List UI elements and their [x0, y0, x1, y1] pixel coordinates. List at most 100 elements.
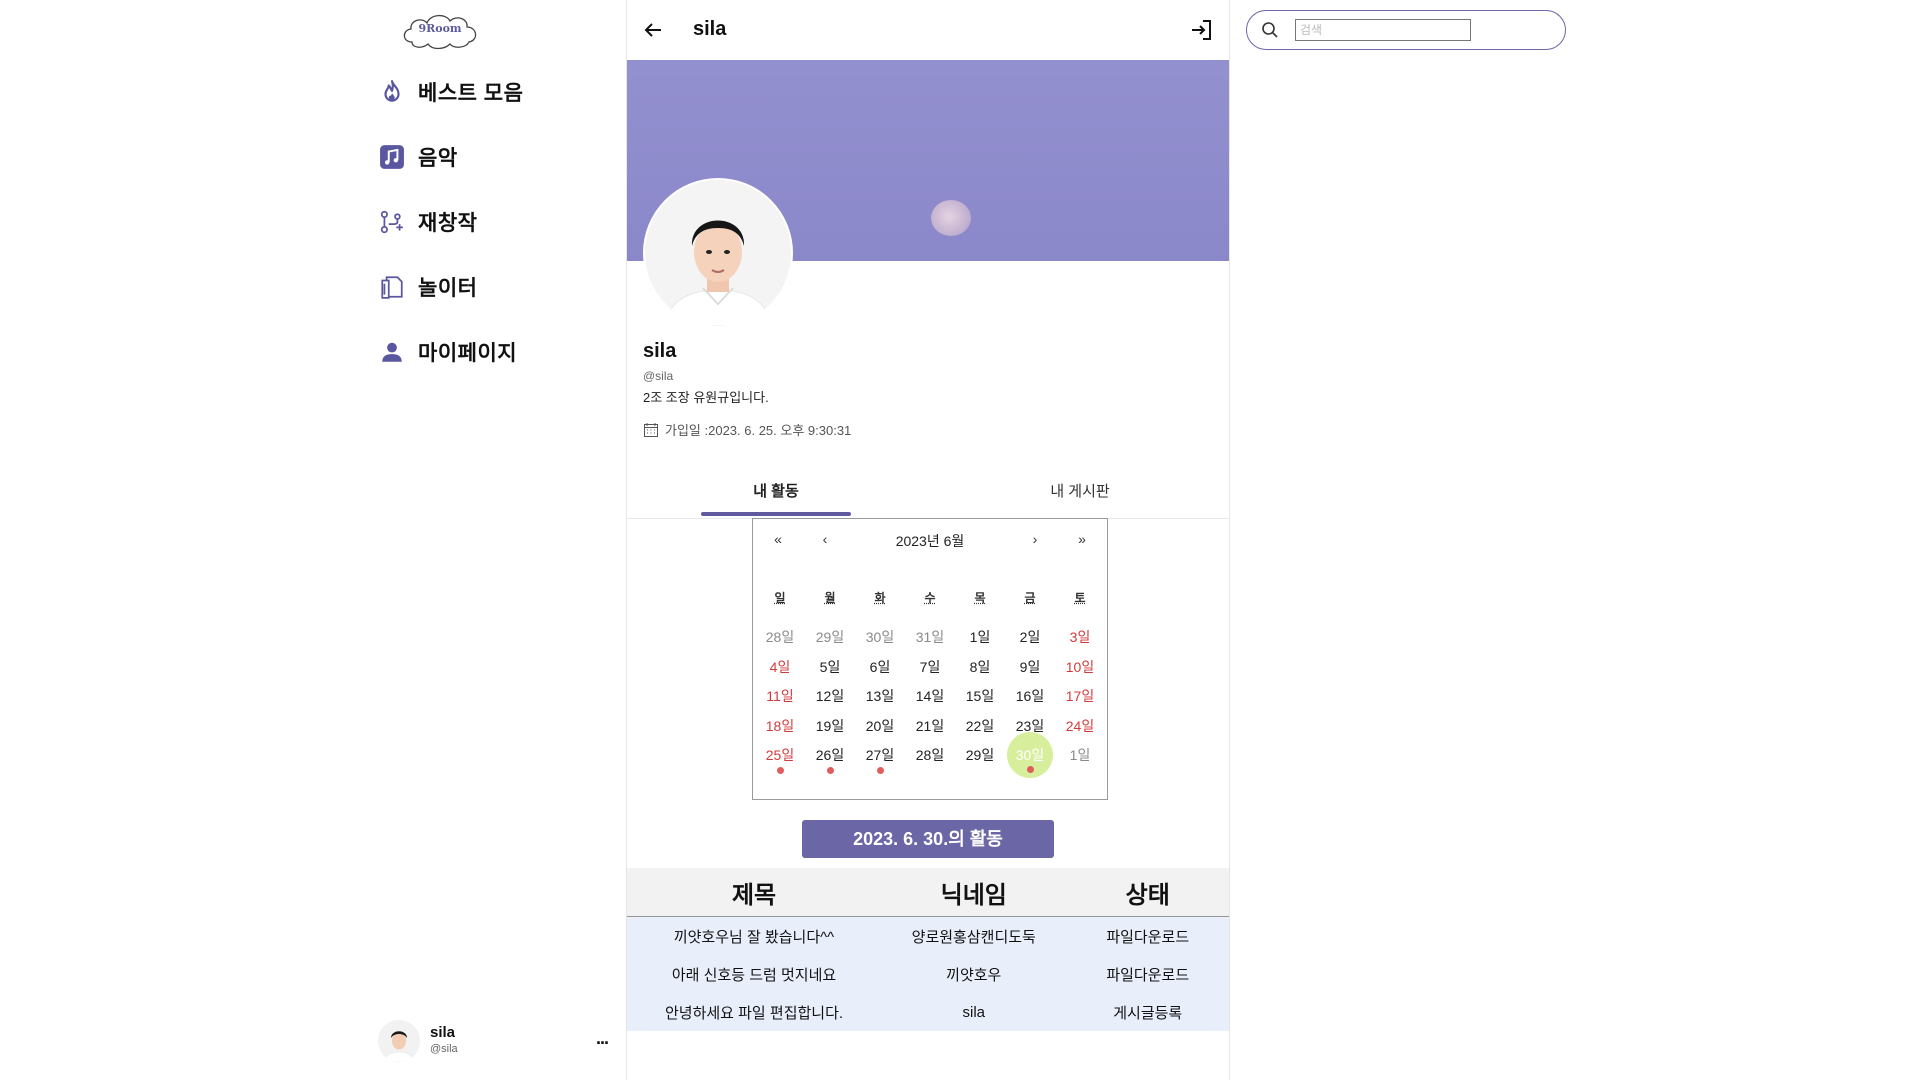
more-options-button[interactable]: ... [596, 1028, 609, 1049]
calendar-day-label: 2일 [1019, 629, 1041, 645]
calendar-day-label: 1일 [969, 629, 991, 645]
weekday-label: 수 [924, 591, 936, 605]
calendar-day[interactable]: 28일 [905, 737, 955, 773]
logo[interactable]: 9Room [398, 8, 482, 52]
sidebar-item-label: 마이페이지 [418, 342, 518, 365]
account-name: sila [430, 1024, 456, 1041]
search-icon [1262, 22, 1278, 38]
account-handle: @sila [430, 1043, 458, 1055]
row-title: 안녕하세요 파일 편집합니다. [627, 993, 882, 1031]
table-row[interactable]: 끼얏호우님 잘 봤습니다^^ 양로원홍삼캔디도둑 파일다운로드 [627, 916, 1229, 955]
sidebar-item-music[interactable]: 음악 [378, 137, 458, 177]
arrow-left-icon [644, 23, 661, 37]
activity-dot-marker [827, 767, 834, 774]
calendar-day-label: 25일 [765, 747, 795, 763]
sidebar-item-label: 놀이터 [418, 277, 478, 300]
table-row[interactable]: 아래 신호등 드럼 멋지네요 끼얏호우 파일다운로드 [627, 955, 1229, 993]
music-note-icon [378, 143, 406, 171]
calendar-day-label: 3일 [1069, 629, 1091, 645]
moon-image [931, 200, 971, 236]
calendar-day-label: 16일 [1015, 688, 1045, 704]
calendar-day[interactable]: 27일 [855, 737, 905, 774]
page-title: sila [693, 18, 727, 40]
calendar-day-label: 27일 [865, 747, 895, 763]
activity-dot-marker [1027, 766, 1034, 773]
top-bar: sila [627, 0, 1229, 60]
activity-table: 제목 닉네임 상태 끼얏호우님 잘 봤습니다^^ 양로원홍삼캔디도둑 파일다운로… [627, 868, 1229, 1031]
activity-dot-marker [777, 767, 784, 774]
calendar-day-selected[interactable]: 30일 [1007, 732, 1053, 778]
activity-dot-marker [877, 767, 884, 774]
calendar-day-label: 14일 [915, 688, 945, 704]
calendar-day-label: 17일 [1065, 688, 1095, 704]
weekday-label: 토 [1074, 591, 1086, 605]
calendar-day-label: 30일 [865, 629, 895, 645]
logout-button[interactable] [1189, 18, 1213, 42]
profile-handle: @sila [643, 369, 674, 383]
calendar-day-label: 8일 [969, 658, 991, 675]
profile-name: sila [643, 340, 677, 362]
calendar-day[interactable]: 26일 [805, 737, 855, 774]
row-nickname: 양로원홍삼캔디도둑 [881, 916, 1067, 955]
tab-my-activity[interactable]: 내 활동 [701, 480, 851, 501]
calendar-day[interactable]: 1일 [1055, 737, 1105, 773]
prev-month-button[interactable]: ‹ [810, 531, 840, 547]
sidebar-item-label: 베스트 모음 [418, 82, 524, 105]
calendar-day-label: 5일 [819, 658, 841, 675]
activity-date-button[interactable]: 2023. 6. 30.의 활동 [802, 820, 1054, 858]
calendar-day-label: 26일 [815, 747, 845, 763]
prev-year-button[interactable]: « [763, 531, 793, 547]
calendar-day[interactable]: 25일 [755, 737, 805, 774]
calendar-day-label: 10일 [1065, 658, 1095, 675]
active-tab-indicator [701, 512, 851, 516]
row-status: 파일다운로드 [1066, 955, 1229, 993]
calendar-day-label: 15일 [965, 688, 995, 704]
weekday-label: 화 [874, 591, 886, 605]
sidebar-item-recreate[interactable]: 재창작 [378, 202, 477, 242]
calendar-day-label: 28일 [915, 747, 945, 763]
back-button[interactable] [641, 18, 665, 42]
calendar-day-label: 11일 [766, 688, 794, 704]
calendar-day[interactable]: 29일 [955, 737, 1005, 773]
join-date-text: 가입일 :2023. 6. 25. 오후 9:30:31 [665, 423, 852, 438]
sidebar-item-mypage[interactable]: 마이페이지 [378, 332, 517, 372]
column-header-status: 상태 [1066, 868, 1229, 917]
account-switcher[interactable]: sila @sila ... [378, 1018, 609, 1064]
search-input[interactable] [1295, 19, 1471, 41]
calendar-day-label: 12일 [815, 688, 845, 704]
row-status: 파일다운로드 [1066, 916, 1229, 955]
row-nickname: 끼얏호우 [881, 955, 1067, 993]
calendar-day-label: 21일 [915, 717, 945, 734]
sidebar-item-best[interactable]: 베스트 모음 [378, 72, 523, 112]
sidebar-item-playground[interactable]: 놀이터 [378, 267, 477, 307]
calendar-day-label: 13일 [865, 688, 895, 704]
calendar-day-label: 24일 [1065, 717, 1095, 734]
search-bar [1246, 10, 1566, 50]
calendar-day-label: 30일 [1015, 747, 1045, 763]
tab-my-board[interactable]: 내 게시판 [1005, 480, 1155, 501]
calendar-weekdays: 일월화수목금토 [753, 589, 1107, 607]
user-icon [378, 338, 406, 366]
sidebar-item-label: 재창작 [418, 212, 478, 235]
logo-text: 9Room [418, 22, 462, 35]
calendar-day-label: 29일 [815, 629, 845, 645]
sidebar: 9Room 베스트 모음 음악 재창작 놀이터 마이페이지 sila @sila… [370, 0, 620, 1080]
avatar [378, 1020, 420, 1062]
column-header-nickname: 닉네임 [881, 868, 1067, 917]
calendar-navigation: « ‹ 2023년 6월 › » [753, 531, 1107, 551]
profile-tabs: 내 활동 내 게시판 [627, 470, 1229, 519]
calendar-day-label: 31일 [915, 629, 945, 645]
next-month-button[interactable]: › [1020, 531, 1050, 547]
table-row[interactable]: 안녕하세요 파일 편집합니다. sila 게시글등록 [627, 993, 1229, 1031]
calendar-day-label: 22일 [965, 717, 995, 734]
next-year-button[interactable]: » [1067, 531, 1097, 547]
calendar-day-label: 28일 [765, 629, 795, 645]
flame-icon [378, 78, 406, 106]
sidebar-item-label: 음악 [418, 147, 458, 170]
clipboard-icon [378, 273, 406, 301]
column-header-title: 제목 [627, 868, 882, 917]
row-title: 아래 신호등 드럼 멋지네요 [627, 955, 882, 993]
calendar-day-label: 1일 [1069, 747, 1091, 763]
calendar-icon [644, 422, 658, 437]
calendar-month-label[interactable]: 2023년 6월 [853, 531, 1007, 551]
